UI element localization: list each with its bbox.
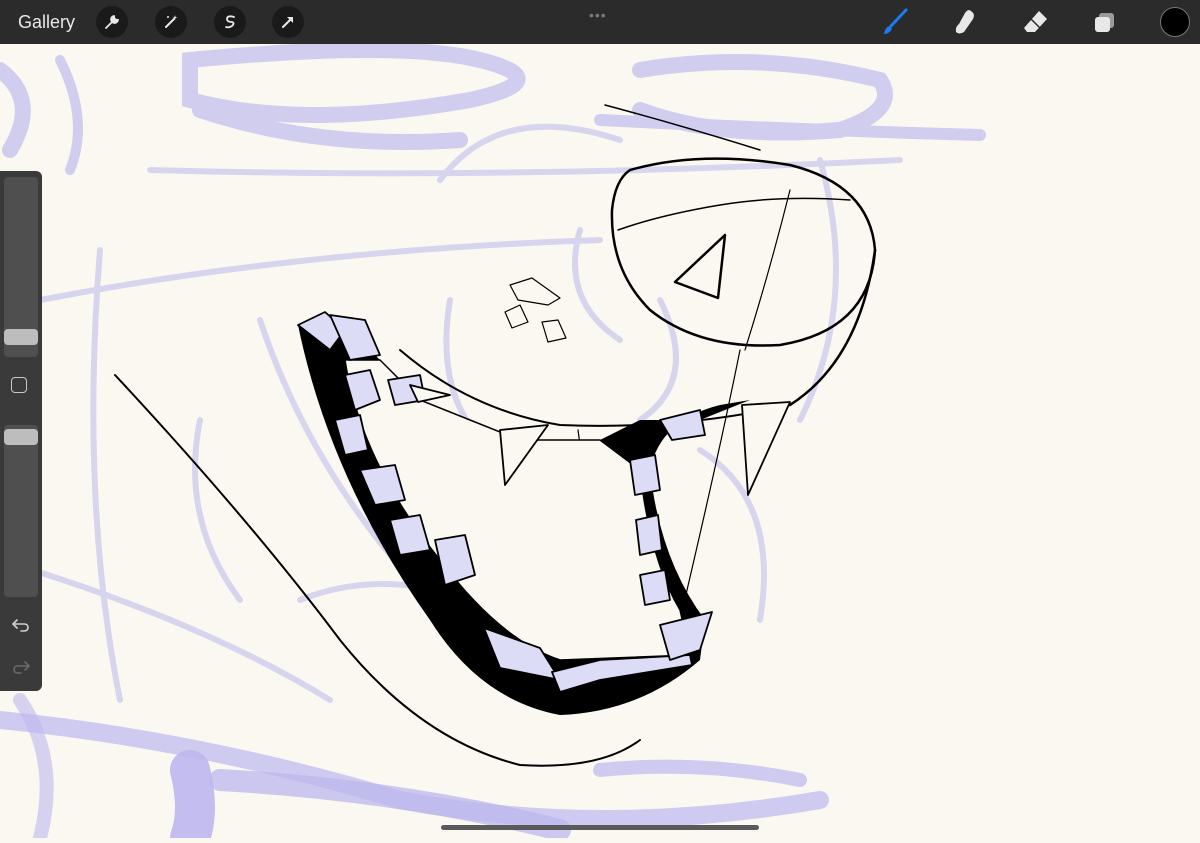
- brush-icon[interactable]: [878, 6, 910, 38]
- brush-size-thumb[interactable]: [4, 329, 38, 345]
- wrench-icon[interactable]: [96, 6, 128, 38]
- redo-icon[interactable]: [11, 657, 31, 677]
- artwork: [0, 42, 986, 843]
- sketch-bottom: [0, 693, 829, 843]
- sketch-layer: [0, 42, 986, 175]
- opacity-slider[interactable]: [4, 425, 38, 597]
- selection-icon[interactable]: [214, 6, 246, 38]
- smudge-icon[interactable]: [948, 6, 980, 38]
- undo-icon[interactable]: [11, 615, 31, 635]
- opacity-thumb[interactable]: [4, 429, 38, 445]
- eraser-icon[interactable]: [1019, 6, 1051, 38]
- more-options-icon[interactable]: •••: [589, 7, 607, 23]
- color-picker-swatch[interactable]: [1160, 7, 1190, 37]
- modify-button[interactable]: [11, 377, 27, 393]
- top-toolbar: Gallery •••: [0, 0, 1200, 44]
- drawing-canvas[interactable]: [0, 42, 1200, 843]
- layers-icon[interactable]: [1089, 6, 1121, 38]
- side-toolbar: [0, 171, 42, 691]
- home-indicator[interactable]: [441, 825, 759, 830]
- magic-wand-icon[interactable]: [155, 6, 187, 38]
- gallery-button[interactable]: Gallery: [18, 12, 75, 33]
- transform-arrow-icon[interactable]: [272, 6, 304, 38]
